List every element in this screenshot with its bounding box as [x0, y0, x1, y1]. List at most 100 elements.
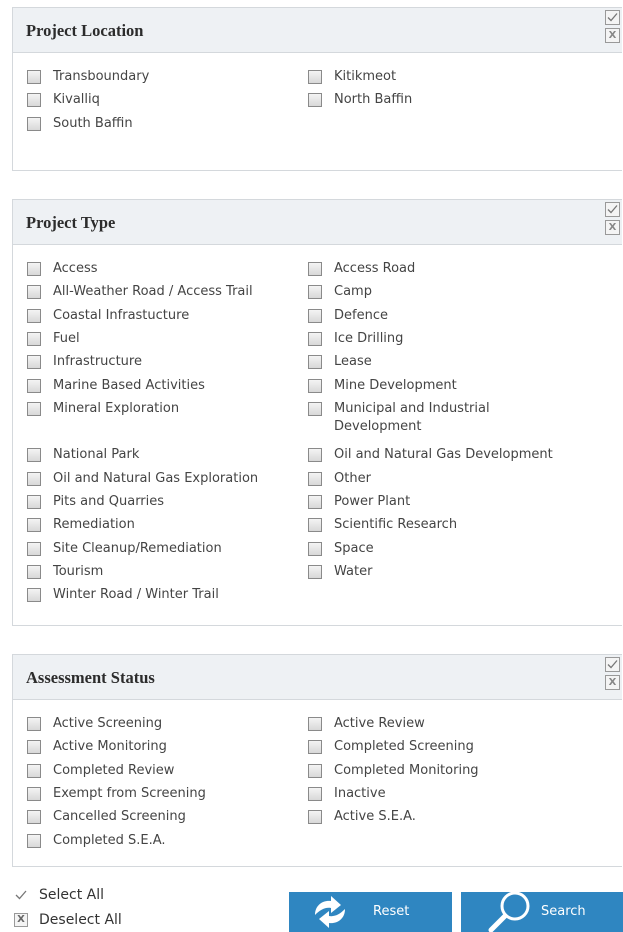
option-item[interactable]: Pits and Quarries	[27, 493, 297, 511]
option-item[interactable]: Kivalliq	[27, 91, 297, 109]
checkbox[interactable]	[27, 285, 41, 300]
checkbox[interactable]	[27, 763, 41, 778]
checkbox[interactable]	[308, 355, 322, 370]
option-item[interactable]: Oil and Natural Gas Exploration	[27, 470, 297, 488]
deselect-all-link[interactable]: X Deselect All	[14, 911, 122, 929]
checkbox[interactable]	[27, 717, 41, 731]
option-item[interactable]: Completed Monitoring	[308, 762, 568, 780]
checkbox[interactable]	[27, 331, 41, 346]
option-item[interactable]: Other	[308, 470, 568, 488]
checkbox[interactable]	[27, 833, 41, 848]
checkbox[interactable]	[308, 308, 322, 323]
checkbox[interactable]	[27, 786, 41, 801]
option-item[interactable]: All-Weather Road / Access Trail	[27, 283, 297, 301]
option-item[interactable]: Access	[27, 260, 297, 278]
checkbox[interactable]	[308, 495, 322, 509]
option-item[interactable]: Cancelled Screening	[27, 808, 297, 826]
option-item[interactable]: Water	[308, 563, 568, 581]
option-item[interactable]: Active S.E.A.	[308, 808, 568, 826]
checkbox[interactable]	[27, 588, 41, 603]
checkbox[interactable]	[308, 564, 322, 579]
checkbox[interactable]	[27, 541, 41, 556]
checkbox[interactable]	[27, 378, 41, 393]
option-label: Active Monitoring	[53, 739, 167, 755]
option-item[interactable]: Marine Based Activities	[27, 377, 297, 395]
checkbox[interactable]	[308, 518, 322, 533]
checkbox[interactable]	[308, 763, 322, 778]
checkbox[interactable]	[27, 810, 41, 825]
option-item[interactable]: Ice Drilling	[308, 330, 568, 348]
checkbox[interactable]	[27, 448, 41, 463]
checkbox[interactable]	[308, 471, 322, 486]
checkbox[interactable]	[27, 740, 41, 755]
option-item[interactable]: Completed Review	[27, 762, 297, 780]
checkbox[interactable]	[308, 786, 322, 801]
checkbox[interactable]	[308, 740, 322, 755]
option-item[interactable]: Transboundary	[27, 68, 297, 86]
option-item[interactable]: Active Review	[308, 715, 568, 733]
option-item[interactable]: South Baffin	[27, 115, 297, 133]
option-label: Transboundary	[53, 69, 150, 84]
option-item[interactable]: North Baffin	[308, 91, 568, 109]
checkbox[interactable]	[308, 401, 322, 416]
option-item[interactable]: Remediation	[27, 516, 297, 534]
option-item[interactable]: Completed Screening	[308, 738, 568, 756]
checkbox[interactable]	[27, 471, 41, 486]
checkbox[interactable]	[27, 355, 41, 370]
checkbox[interactable]	[308, 262, 322, 276]
checkbox[interactable]	[27, 70, 41, 84]
option-item[interactable]: Infrastructure	[27, 353, 297, 371]
checkbox[interactable]	[308, 810, 322, 825]
select-all-section-icon[interactable]	[605, 657, 620, 672]
option-item[interactable]: Site Cleanup/Remediation	[27, 540, 297, 558]
deselect-all-section-icon[interactable]: X	[605, 675, 620, 690]
option-item[interactable]: Tourism	[27, 563, 297, 581]
select-all-link[interactable]: Select All	[14, 886, 104, 904]
option-item[interactable]: Active Monitoring	[27, 738, 297, 756]
checkbox[interactable]	[308, 378, 322, 393]
checkbox[interactable]	[308, 285, 322, 300]
option-item[interactable]: Inactive	[308, 785, 568, 803]
select-all-section-icon[interactable]	[605, 202, 620, 217]
option-item[interactable]: Completed S.E.A.	[27, 832, 297, 850]
checkbox[interactable]	[308, 70, 322, 84]
option-item[interactable]: Fuel	[27, 330, 297, 348]
deselect-all-section-icon[interactable]: X	[605, 220, 620, 235]
option-item[interactable]: Coastal Infrastucture	[27, 307, 297, 325]
option-item[interactable]: Lease	[308, 353, 568, 371]
option-label: Oil and Natural Gas Development	[334, 447, 553, 463]
checkbox[interactable]	[308, 541, 322, 556]
checkbox[interactable]	[27, 262, 41, 276]
checkbox[interactable]	[27, 116, 41, 131]
option-item[interactable]: Winter Road / Winter Trail	[27, 586, 297, 604]
checkbox[interactable]	[27, 93, 41, 108]
option-item[interactable]: Municipal and Industrial Development	[308, 400, 568, 436]
checkbox[interactable]	[308, 331, 322, 346]
option-item[interactable]: Access Road	[308, 260, 568, 278]
checkbox[interactable]	[27, 308, 41, 323]
option-item[interactable]: Camp	[308, 283, 568, 301]
deselect-all-section-icon[interactable]: X	[605, 28, 620, 43]
checkbox[interactable]	[27, 564, 41, 579]
option-item[interactable]: Power Plant	[308, 493, 568, 511]
checkbox[interactable]	[308, 717, 322, 731]
option-item[interactable]: Mine Development	[308, 377, 568, 395]
option-item[interactable]: Exempt from Screening	[27, 785, 297, 803]
checkbox[interactable]	[27, 401, 41, 416]
select-all-section-icon[interactable]	[605, 10, 620, 25]
checkbox[interactable]	[27, 518, 41, 533]
option-item[interactable]: National Park	[27, 446, 297, 464]
checkbox[interactable]	[27, 495, 41, 509]
option-item[interactable]: Space	[308, 540, 568, 558]
reset-button[interactable]: Reset	[289, 892, 452, 932]
checkbox[interactable]	[308, 448, 322, 463]
option-item[interactable]: Scientific Research	[308, 516, 568, 534]
checkbox[interactable]	[308, 93, 322, 108]
option-item[interactable]: Kitikmeot	[308, 68, 568, 86]
option-item[interactable]: Mineral Exploration	[27, 400, 297, 418]
project-location-panel: Project Location X Transboundary Kivalliq…	[12, 7, 622, 171]
search-button[interactable]: Search	[461, 892, 623, 932]
option-item[interactable]: Defence	[308, 307, 568, 325]
option-item[interactable]: Oil and Natural Gas Development	[308, 446, 568, 464]
option-item[interactable]: Active Screening	[27, 715, 297, 733]
